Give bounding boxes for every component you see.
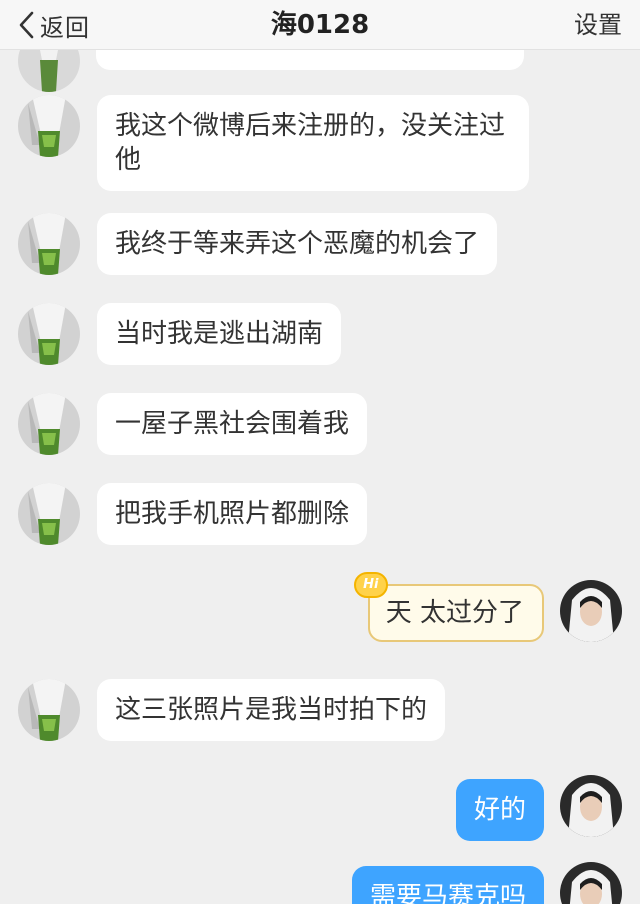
message-bubble: 我终于等来弄这个恶魔的机会了 xyxy=(97,213,498,275)
page-title: 海0128 xyxy=(270,10,370,40)
message-left: 当时我是逃出湖南 xyxy=(18,303,342,365)
message-bubble: 这三张照片是我当时拍下的 xyxy=(97,679,446,741)
message-right: 需要马赛克吗 xyxy=(351,862,622,904)
message-right: Hi 天 太过分了 xyxy=(353,572,622,642)
message-bubble-mine: 好的 xyxy=(455,779,544,841)
message-left: 我这个微博后来注册的，没关注过他 xyxy=(18,95,529,191)
message-bubble-mine: Hi 天 太过分了 xyxy=(353,572,544,642)
message-bubble: 把我手机照片都删除 xyxy=(97,483,368,545)
message-bubble: 一屋子黑社会围着我 xyxy=(97,393,368,455)
chat-screen: 返回 海0128 设置 我这个微博后来注册的，没关注过他 我终于等来弄这个恶魔的… xyxy=(0,0,640,904)
settings-button[interactable]: 设置 xyxy=(574,6,622,44)
message-bubble: 我这个微博后来注册的，没关注过他 xyxy=(97,95,529,191)
my-avatar[interactable] xyxy=(560,580,622,642)
message-left: 把我手机照片都删除 xyxy=(18,483,368,545)
nav-bar: 返回 海0128 设置 xyxy=(0,0,640,50)
contact-avatar[interactable] xyxy=(18,303,80,365)
my-avatar[interactable] xyxy=(560,862,622,904)
message-left: 一屋子黑社会围着我 xyxy=(18,393,368,455)
contact-avatar[interactable] xyxy=(18,393,80,455)
message-bubble: 当时我是逃出湖南 xyxy=(97,303,342,365)
my-avatar[interactable] xyxy=(560,775,622,837)
contact-avatar[interactable] xyxy=(18,679,80,741)
message-left: 我终于等来弄这个恶魔的机会了 xyxy=(18,213,498,275)
contact-avatar[interactable] xyxy=(18,95,80,157)
message-bubble-mine: 需要马赛克吗 xyxy=(351,866,544,904)
contact-avatar[interactable] xyxy=(18,483,80,545)
message-right: 好的 xyxy=(455,775,622,841)
message-text: 天 太过分了 xyxy=(385,598,524,628)
hi-badge: Hi xyxy=(353,572,388,598)
contact-avatar[interactable] xyxy=(18,213,80,275)
message-left: 这三张照片是我当时拍下的 xyxy=(18,679,446,741)
